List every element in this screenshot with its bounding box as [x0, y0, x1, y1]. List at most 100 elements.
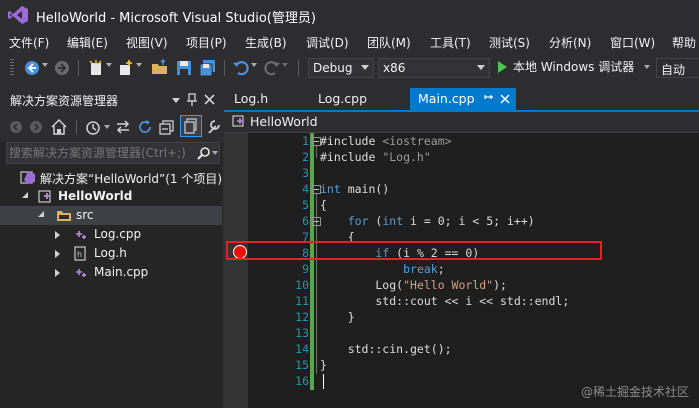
undo-dropdown-icon[interactable] — [251, 63, 257, 67]
add-item-dropdown-icon[interactable] — [136, 63, 142, 67]
chevron-down-icon — [477, 65, 485, 70]
menu-team[interactable]: 团队(M) — [367, 34, 411, 51]
undo-icon[interactable] — [231, 58, 251, 78]
tab-label: Log.h — [234, 91, 269, 106]
menu-file[interactable]: 文件(F) — [9, 34, 49, 51]
tab-log-h[interactable]: Log.h — [226, 88, 310, 110]
redo-icon[interactable] — [262, 58, 282, 78]
sync-with-active-document-icon[interactable] — [114, 118, 132, 136]
tree-item-solution[interactable]: 解决方案“HelloWorld”(1 个项目) — [0, 168, 222, 187]
expanded-icon[interactable] — [38, 211, 44, 217]
show-all-files-button[interactable] — [180, 115, 202, 137]
pin-icon[interactable] — [186, 93, 198, 107]
new-project-dropdown-icon[interactable] — [106, 63, 112, 67]
solution-explorer-panel: 解决方案资源管理器 解决方案“HelloWorld”(1 个项目) — [0, 88, 222, 408]
tree-item-project[interactable]: HelloWorld — [0, 187, 222, 206]
open-file-icon[interactable] — [150, 58, 170, 78]
menu-edit[interactable]: 编辑(E) — [67, 34, 108, 51]
collapsed-icon[interactable] — [55, 231, 60, 239]
collapsed-icon[interactable] — [55, 250, 60, 258]
back-icon[interactable] — [8, 119, 24, 135]
search-icon[interactable] — [197, 146, 211, 160]
properties-wrench-icon[interactable] — [206, 118, 222, 136]
navigate-forward-icon[interactable] — [52, 58, 72, 78]
home-icon[interactable] — [50, 118, 68, 136]
line-number: 15 — [295, 358, 309, 372]
pending-changes-filter-icon[interactable] — [84, 118, 102, 136]
forward-icon[interactable] — [28, 119, 44, 135]
auto-dropdown[interactable]: 自动 — [656, 58, 699, 78]
close-icon[interactable] — [204, 94, 215, 105]
toolbar-grip[interactable] — [10, 59, 14, 77]
new-project-icon[interactable] — [86, 58, 106, 78]
menu-test[interactable]: 测试(S) — [489, 34, 530, 51]
tree-item-label: HelloWorld — [58, 189, 133, 203]
tree-item-log-h[interactable]: h Log.h — [0, 244, 222, 263]
tree-item-label: src — [76, 208, 94, 222]
start-debugging-button[interactable]: 本地 Windows 调试器 — [498, 58, 651, 78]
breakpoint-margin[interactable] — [224, 133, 248, 408]
search-options-dropdown-icon[interactable] — [212, 151, 218, 155]
code-line-4: int main() — [320, 182, 390, 196]
line-number: 6 — [302, 214, 309, 228]
solution-platform-dropdown[interactable]: x86 — [378, 58, 490, 78]
line-number: 12 — [295, 310, 309, 324]
line-number: 4 — [302, 182, 309, 196]
menu-project[interactable]: 项目(P) — [186, 34, 227, 51]
tree-item-label: Log.cpp — [94, 227, 142, 241]
menu-build[interactable]: 生成(B) — [245, 34, 287, 51]
run-dropdown-icon[interactable] — [644, 64, 651, 69]
panel-options-dropdown-icon[interactable] — [172, 98, 180, 103]
refresh-icon[interactable] — [136, 118, 154, 136]
code-line-9: break; — [403, 262, 445, 276]
code-navigation-bar[interactable]: HelloWorld — [224, 112, 699, 133]
menu-debug[interactable]: 调试(D) — [306, 34, 349, 51]
header-file-icon: h — [74, 246, 86, 261]
save-all-icon[interactable] — [198, 58, 218, 78]
tree-item-log-cpp[interactable]: Log.cpp — [0, 225, 222, 244]
pin-tab-icon[interactable] — [484, 93, 494, 105]
line-number: 13 — [295, 326, 309, 340]
solution-explorer-title: 解决方案资源管理器 — [10, 94, 119, 108]
line-number: 2 — [302, 150, 309, 164]
back-dropdown-icon[interactable] — [42, 63, 48, 67]
outline-guide — [316, 146, 317, 158]
add-item-icon[interactable] — [116, 58, 136, 78]
menu-help[interactable]: 帮助 — [672, 34, 696, 51]
line-number: 1 — [302, 134, 309, 148]
save-icon[interactable] — [174, 58, 194, 78]
line-number: 3 — [302, 166, 309, 180]
code-editor[interactable]: 1 2 3 4 5 6 7 8 9 10 11 12 13 14 15 16 #… — [224, 133, 699, 408]
show-all-files-icon — [184, 118, 197, 134]
expanded-icon[interactable] — [22, 192, 28, 198]
tab-main-cpp[interactable]: Main.cpp — [410, 88, 516, 110]
visual-studio-logo-icon — [8, 6, 28, 24]
navigate-back-icon[interactable] — [22, 58, 42, 78]
tree-item-label: Log.h — [94, 246, 127, 260]
line-number: 5 — [302, 198, 309, 212]
change-tracking-bar — [310, 133, 314, 390]
watermark: @稀土掘金技术社区 — [580, 385, 689, 399]
tree-item-main-cpp[interactable]: Main.cpp — [0, 263, 222, 282]
chevron-down-icon — [361, 65, 369, 70]
project-scope-icon — [232, 115, 244, 127]
solution-search-input[interactable] — [9, 144, 189, 162]
collapse-all-icon[interactable] — [158, 118, 176, 136]
collapsed-icon[interactable] — [55, 269, 60, 277]
filter-dropdown-icon[interactable] — [104, 125, 110, 129]
tab-log-cpp[interactable]: Log.cpp — [310, 88, 406, 110]
solution-search-box[interactable] — [6, 142, 220, 164]
tree-item-src-folder[interactable]: src — [0, 206, 222, 225]
menu-tools[interactable]: 工具(T) — [430, 34, 471, 51]
code-line-5: { — [320, 198, 327, 212]
menu-analyze[interactable]: 分析(N) — [549, 34, 591, 51]
close-tab-icon[interactable] — [500, 94, 510, 104]
solution-configuration-value: Debug — [313, 61, 353, 75]
redo-dropdown-icon[interactable] — [282, 63, 288, 67]
code-line-12: } — [320, 310, 355, 324]
solution-configuration-dropdown[interactable]: Debug — [308, 58, 374, 78]
menu-window[interactable]: 窗口(W) — [610, 34, 655, 51]
line-number: 9 — [302, 262, 309, 276]
menu-bar: 文件(F) 编辑(E) 视图(V) 项目(P) 生成(B) 调试(D) 团队(M… — [0, 30, 699, 54]
menu-view[interactable]: 视图(V) — [126, 34, 168, 51]
